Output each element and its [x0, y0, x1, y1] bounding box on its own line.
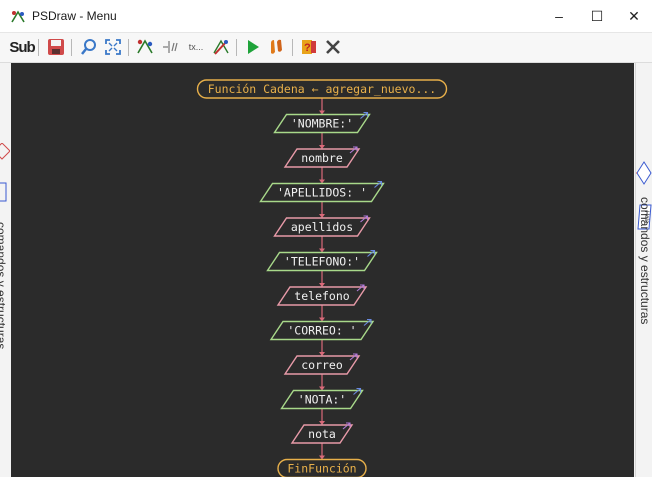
flow-node-output[interactable]: 'CORREO: '	[269, 318, 375, 341]
right-panel-label: comandos y estructuras	[638, 197, 652, 325]
comment-icon	[163, 41, 178, 53]
close-tool-button[interactable]	[322, 36, 344, 58]
flow-node-text: 'NOTA:'	[298, 393, 346, 407]
sub-button[interactable]: Sub	[9, 36, 35, 58]
comment-button[interactable]	[160, 36, 182, 58]
close-button[interactable]: ✕	[616, 0, 652, 32]
step-button[interactable]	[266, 36, 288, 58]
flow-node-terminal[interactable]: FinFunción	[277, 458, 367, 477]
flow-node-input[interactable]: correo	[283, 353, 361, 375]
close-tool-icon	[326, 40, 340, 54]
left-panel-label: comandos y estructuras	[0, 222, 8, 350]
flow-node-terminal[interactable]: Función Cadena ← agregar_nuevo...	[196, 79, 448, 99]
flow-node-text: telefono	[294, 289, 349, 303]
flow-node-text: correo	[301, 358, 343, 372]
step-icon	[271, 39, 282, 54]
flow-node-input[interactable]: nota	[290, 422, 354, 444]
fit-icon	[105, 39, 121, 55]
flow-node-text: apellidos	[291, 220, 353, 234]
flow-node-output[interactable]: 'APELLIDOS: '	[259, 180, 385, 203]
app-icon	[11, 10, 25, 23]
toolbar-separator	[71, 39, 72, 56]
flow-node-input[interactable]: apellidos	[273, 215, 371, 237]
maximize-button[interactable]: ☐	[578, 0, 616, 32]
left-side-panel[interactable]: comandos y estructuras	[0, 63, 10, 477]
zoom-button[interactable]	[78, 36, 100, 58]
help-icon: ?	[302, 40, 316, 54]
flow-node-text: 'TELEFONO:'	[284, 255, 360, 269]
run-icon	[248, 40, 259, 54]
flow-node-text: Función Cadena ← agregar_nuevo...	[208, 82, 436, 96]
flow-node-input[interactable]: nombre	[283, 146, 361, 168]
flow-node-output[interactable]: 'TELEFONO:'	[266, 249, 378, 272]
help-button[interactable]: ?	[298, 36, 320, 58]
window-title: PSDraw - Menu	[32, 9, 117, 23]
right-side-panel[interactable]: Hola comandos y estructuras	[635, 63, 652, 477]
text-button[interactable]: tx...	[185, 36, 207, 58]
flow-node-text: nombre	[301, 151, 343, 165]
flow-node-text: 'CORREO: '	[287, 324, 356, 338]
minimize-button[interactable]: –	[540, 0, 578, 32]
toolbar: Sub tx... ?	[0, 33, 652, 63]
save-button[interactable]	[45, 36, 67, 58]
sub-label: Sub	[9, 38, 35, 56]
assign-button[interactable]	[134, 36, 156, 58]
toolbar-separator	[128, 39, 129, 56]
zoom-icon	[81, 39, 96, 55]
text-icon: tx...	[188, 42, 204, 52]
fit-button[interactable]	[102, 36, 124, 58]
toolbar-separator	[236, 39, 237, 56]
run-button[interactable]	[242, 36, 264, 58]
toolbar-separator	[292, 39, 293, 56]
minimize-icon: –	[555, 8, 563, 24]
flow-node-text: 'APELLIDOS: '	[277, 186, 367, 200]
if-shape-icon[interactable]	[636, 160, 652, 186]
flow-node-text: FinFunción	[287, 462, 356, 476]
flow-node-text: nota	[308, 427, 336, 441]
svg-text:?: ?	[304, 42, 311, 54]
flow-node-input[interactable]: telefono	[276, 284, 368, 306]
toolbar-separator	[38, 39, 39, 56]
flow-node-output[interactable]: 'NOMBRE:'	[273, 111, 371, 134]
flowchart-diagram: Función Cadena ← agregar_nuevo... 'NOMBRE…	[196, 79, 448, 477]
tools-button[interactable]	[210, 36, 232, 58]
close-icon: ✕	[628, 7, 640, 24]
flowchart-canvas[interactable]: Función Cadena ← agregar_nuevo... 'NOMBRE…	[11, 63, 634, 477]
title-bar: PSDraw - Menu – ☐ ✕	[0, 0, 652, 33]
tools-icon	[213, 39, 229, 55]
assign-icon	[137, 39, 153, 54]
flow-node-output[interactable]: 'NOTA:'	[280, 387, 364, 410]
maximize-icon: ☐	[590, 7, 604, 24]
save-icon	[48, 39, 64, 55]
flow-node-text: 'NOMBRE:'	[291, 117, 353, 131]
